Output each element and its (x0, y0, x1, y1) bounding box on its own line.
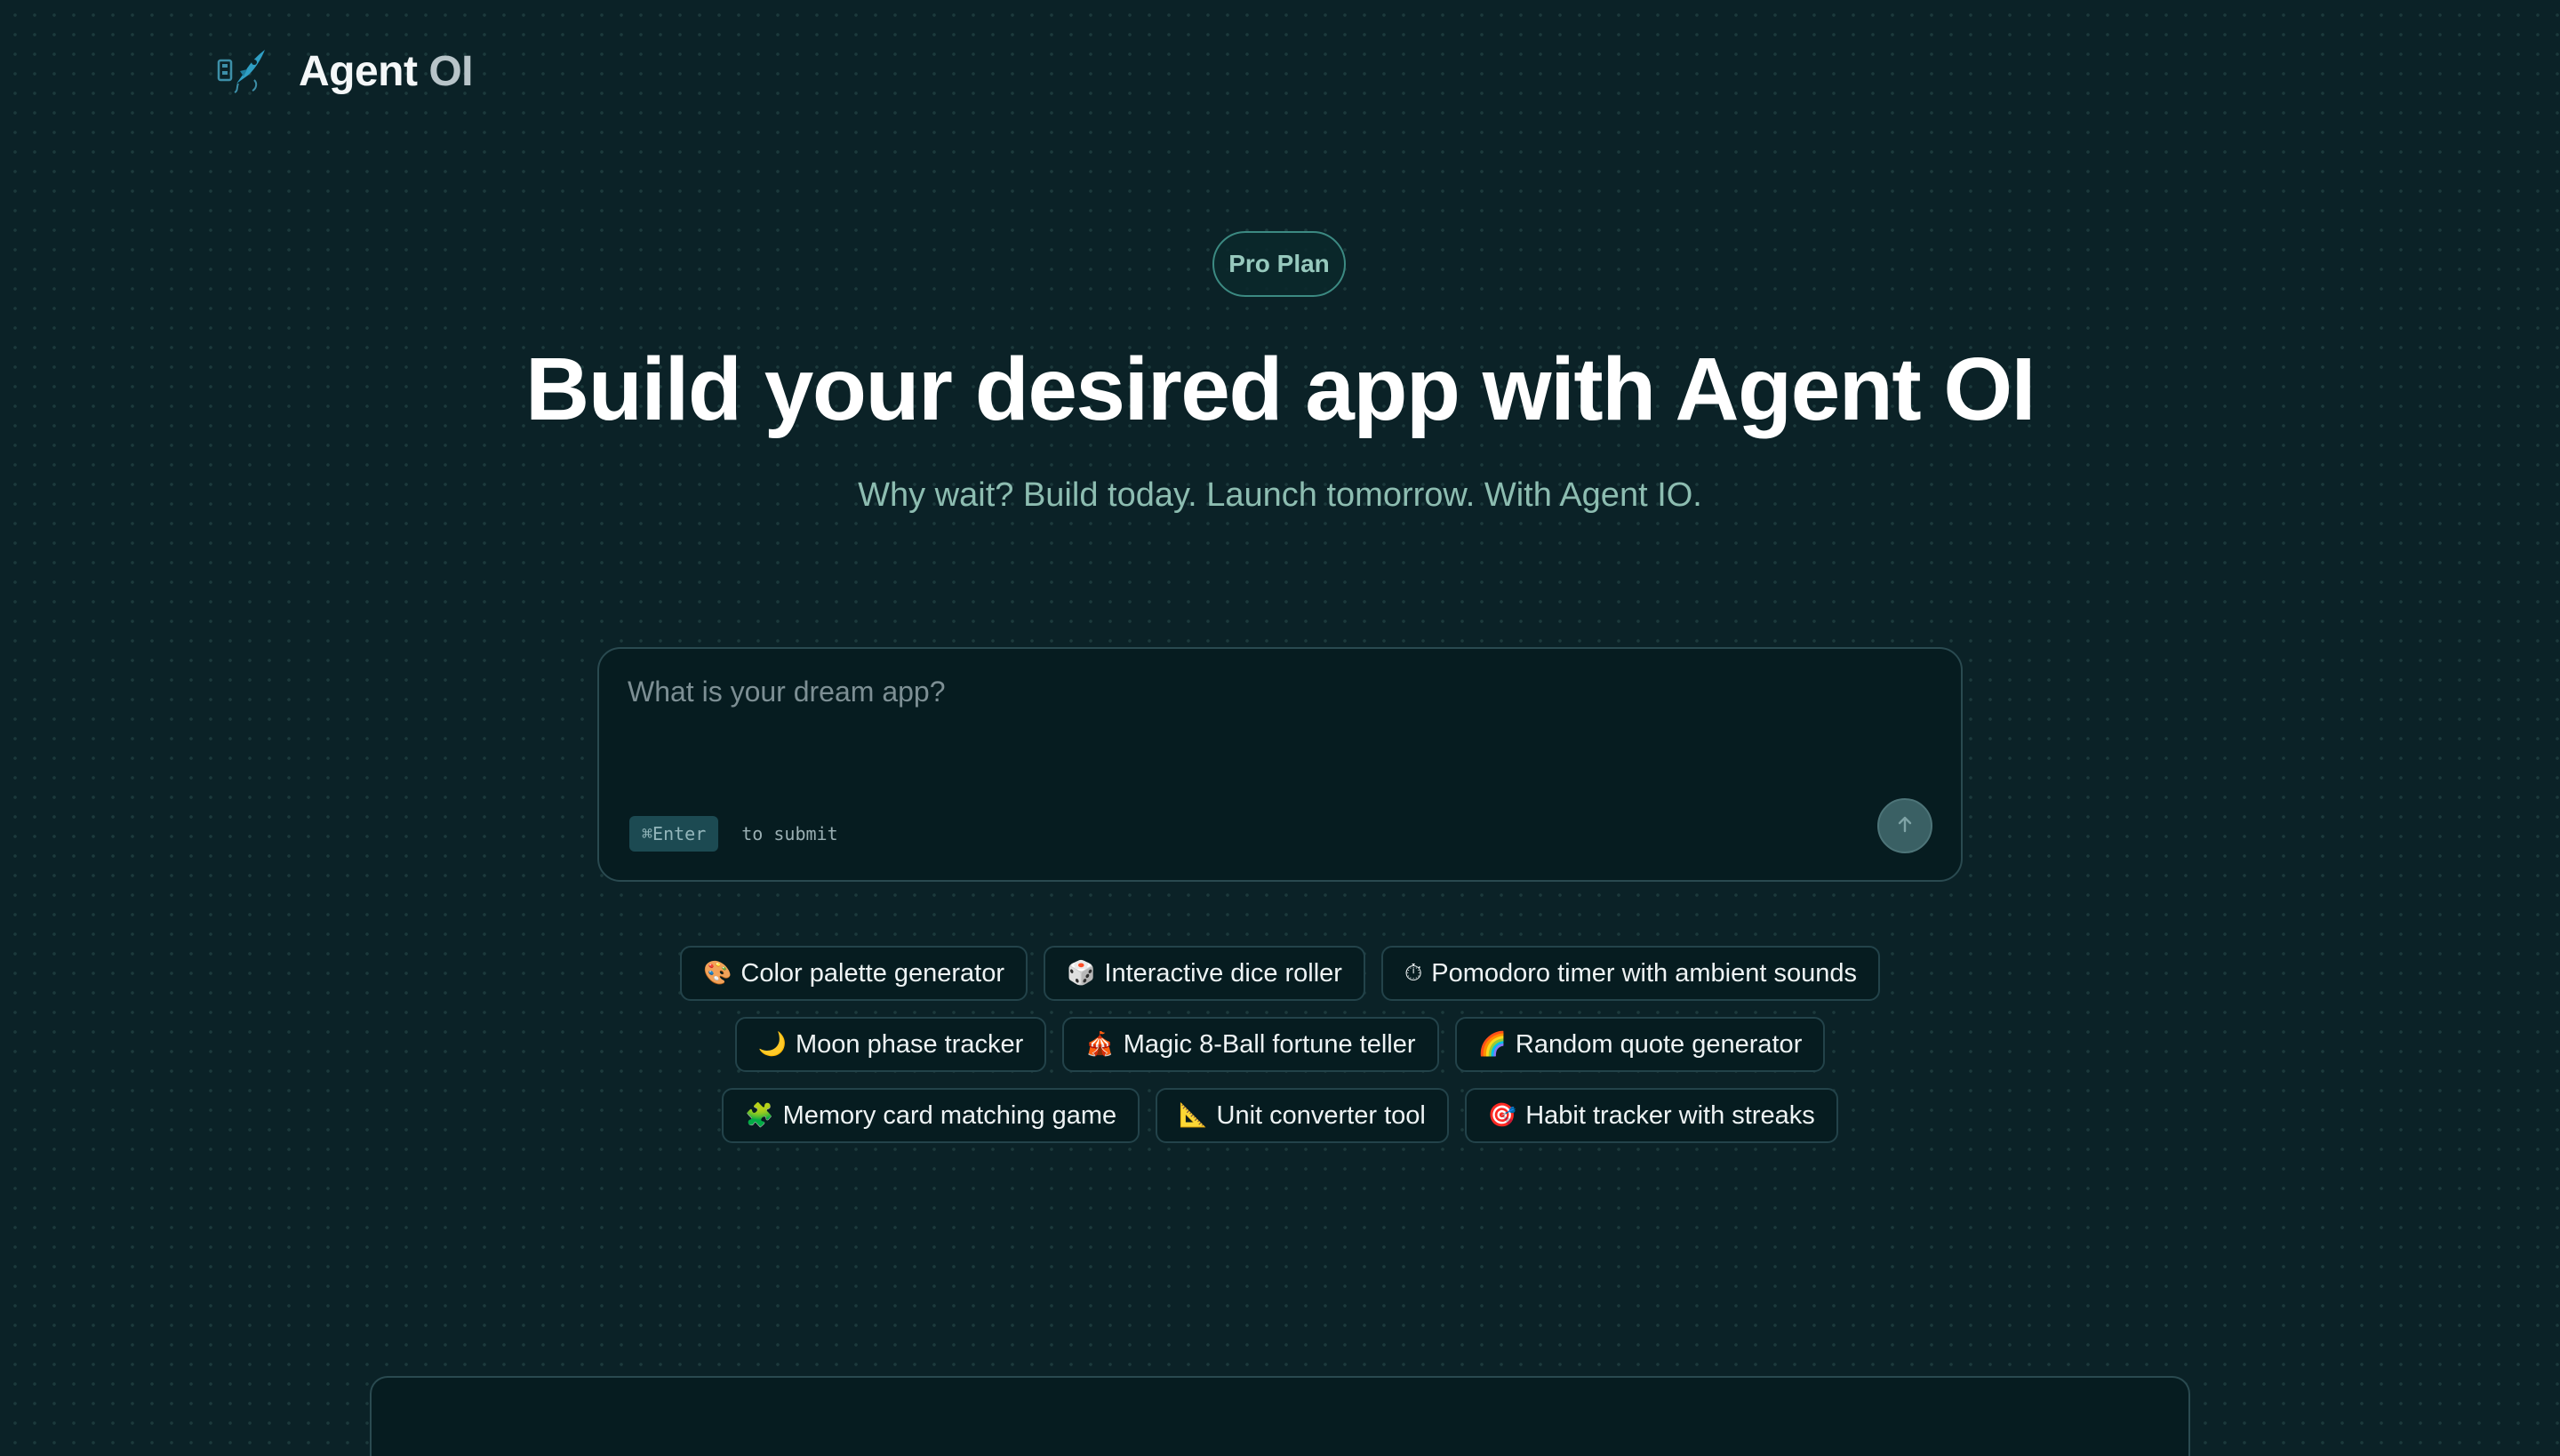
shortcut-text: to submit (741, 823, 838, 844)
suggestion-chip-unit-converter[interactable]: 📐 Unit converter tool (1156, 1088, 1449, 1143)
suggestion-chip-pomodoro[interactable]: ⏱ Pomodoro timer with ambient sounds (1380, 946, 1880, 1001)
suggestion-label: Random quote generator (1515, 1029, 1803, 1059)
rainbow-icon: 🌈 (1477, 1031, 1507, 1058)
stopwatch-icon: ⏱ (1404, 959, 1423, 987)
dice-icon: 🎲 (1067, 960, 1096, 987)
brand-name-primary: Agent (299, 47, 418, 95)
page-title: Build your desired app with Agent OI (525, 340, 2036, 439)
suggestion-row: 🧩 Memory card matching game 📐 Unit conve… (0, 1088, 2560, 1143)
page-subtitle: Why wait? Build today. Launch tomorrow. … (858, 476, 1702, 514)
arrow-up-icon (1893, 812, 1916, 840)
projects-panel (370, 1376, 2190, 1456)
brand-name-accent: OI (428, 47, 473, 95)
suggestion-label: Moon phase tracker (796, 1029, 1024, 1059)
triangle-ruler-icon: 📐 (1179, 1102, 1208, 1129)
shortcut-key: ⌘Enter (629, 816, 719, 852)
suggestion-label: Magic 8-Ball fortune teller (1123, 1029, 1416, 1059)
submit-button[interactable] (1877, 798, 1932, 853)
suggestion-row: 🌙 Moon phase tracker 🎪 Magic 8-Ball fort… (0, 1017, 2560, 1072)
suggestion-label: Interactive dice roller (1104, 958, 1342, 988)
plan-badge: Pro Plan (1212, 231, 1346, 297)
suggestion-label: Memory card matching game (782, 1100, 1117, 1130)
moon-icon: 🌙 (757, 1031, 788, 1058)
dream-app-input[interactable] (628, 676, 1925, 773)
suggestion-label: Habit tracker with streaks (1525, 1100, 1815, 1130)
suggestion-chip-dice-roller[interactable]: 🎲 Interactive dice roller (1044, 946, 1365, 1001)
submit-shortcut-hint: ⌘Enter to submit (629, 816, 838, 852)
suggestion-label: Unit converter tool (1216, 1100, 1426, 1130)
suggestion-row: 🎨 Color palette generator 🎲 Interactive … (0, 946, 2560, 1001)
suggestion-chip-color-palette[interactable]: 🎨 Color palette generator (680, 946, 1028, 1001)
suggestion-chip-habit-tracker[interactable]: 🎯 Habit tracker with streaks (1464, 1088, 1838, 1143)
palette-icon: 🎨 (703, 960, 732, 987)
brand-name[interactable]: Agent OI (299, 47, 473, 96)
header: Agent OI (215, 39, 473, 103)
target-icon: 🎯 (1487, 1102, 1517, 1129)
suggestion-chip-random-quote[interactable]: 🌈 Random quote generator (1454, 1017, 1826, 1072)
rocket-icon[interactable] (215, 44, 268, 98)
prompt-box: ⌘Enter to submit (597, 647, 1963, 882)
suggestion-chip-memory-game[interactable]: 🧩 Memory card matching game (722, 1088, 1140, 1143)
suggestion-chip-magic-8-ball[interactable]: 🎪 Magic 8-Ball fortune teller (1062, 1017, 1439, 1072)
puzzle-icon: 🧩 (745, 1102, 774, 1129)
suggestion-label: Color palette generator (740, 958, 1005, 988)
suggestion-chip-moon-phase[interactable]: 🌙 Moon phase tracker (734, 1017, 1047, 1072)
suggestion-label: Pomodoro timer with ambient sounds (1431, 958, 1857, 988)
suggestion-chips: 🎨 Color palette generator 🎲 Interactive … (0, 946, 2560, 1159)
circus-tent-icon: 🎪 (1085, 1031, 1115, 1058)
